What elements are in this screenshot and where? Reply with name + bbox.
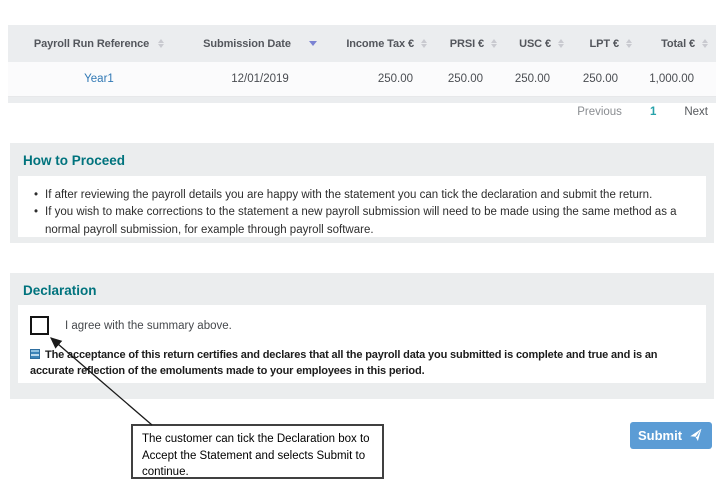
col-header-label: LPT €	[590, 38, 619, 50]
declaration-note-icon	[30, 349, 40, 359]
how-to-proceed-bullet: If you wish to make corrections to the s…	[32, 204, 692, 239]
col-header-lpt[interactable]: LPT €	[572, 25, 640, 62]
declaration-statement-row: The acceptance of this return certifies …	[30, 348, 692, 380]
table-row: Year1 12/01/2019 250.00 250.00 250.00 25…	[8, 62, 716, 97]
col-header-prsi[interactable]: PRSI €	[435, 25, 505, 62]
prsi-cell: 250.00	[435, 62, 505, 96]
payroll-run-link[interactable]: Year1	[84, 73, 114, 85]
how-to-proceed-bullet: If after reviewing the payroll details y…	[32, 187, 692, 204]
declaration-content: I agree with the summary above. The acce…	[18, 305, 706, 383]
sort-icon	[558, 39, 564, 48]
col-header-label: Submission Date	[203, 38, 291, 50]
total-cell: 1,000.00	[640, 62, 716, 96]
col-header-income-tax[interactable]: Income Tax €	[330, 25, 435, 62]
agree-row: I agree with the summary above.	[30, 316, 692, 335]
how-to-proceed-title: How to Proceed	[10, 143, 714, 168]
col-header-label: Income Tax €	[346, 38, 414, 50]
sort-icon	[626, 39, 632, 48]
col-header-payroll-run-reference[interactable]: Payroll Run Reference	[8, 25, 190, 62]
sort-icon	[491, 39, 497, 48]
annotation-text: The customer can tick the Declaration bo…	[142, 433, 370, 478]
income-tax-cell: 250.00	[330, 62, 435, 96]
col-header-label: PRSI €	[450, 38, 484, 50]
sort-icon	[421, 39, 427, 48]
col-header-label: USC €	[519, 38, 551, 50]
how-to-proceed-section: How to Proceed If after reviewing the pa…	[10, 143, 714, 243]
sort-icon	[158, 39, 164, 48]
declaration-checkbox[interactable]	[30, 316, 49, 335]
declaration-section: Declaration I agree with the summary abo…	[10, 273, 714, 399]
table-header-row: Payroll Run Reference Submission Date In…	[8, 25, 716, 62]
payroll-run-reference-cell: Year1	[8, 62, 190, 96]
usc-cell: 250.00	[505, 62, 572, 96]
pagination-page-1[interactable]: 1	[650, 106, 656, 118]
lpt-cell: 250.00	[572, 62, 640, 96]
table-footer-strip	[8, 97, 716, 103]
pagination-next[interactable]: Next	[684, 106, 708, 118]
col-header-usc[interactable]: USC €	[505, 25, 572, 62]
how-to-proceed-content: If after reviewing the payroll details y…	[18, 176, 706, 237]
pagination: Previous 1 Next	[577, 106, 708, 118]
how-to-proceed-list: If after reviewing the payroll details y…	[32, 187, 692, 239]
col-header-label: Payroll Run Reference	[34, 38, 149, 50]
submit-label: Submit	[638, 428, 682, 443]
col-header-submission-date[interactable]: Submission Date	[190, 25, 330, 62]
sort-desc-icon	[309, 41, 317, 46]
declaration-title: Declaration	[10, 273, 714, 298]
col-header-label: Total €	[661, 38, 695, 50]
submit-button[interactable]: Submit	[630, 422, 712, 449]
col-header-total[interactable]: Total €	[640, 25, 716, 62]
declaration-statement: The acceptance of this return certifies …	[30, 349, 657, 377]
submission-date-cell: 12/01/2019	[190, 62, 330, 96]
declaration-checkbox-label: I agree with the summary above.	[65, 320, 232, 332]
payroll-statement-table: Payroll Run Reference Submission Date In…	[8, 25, 716, 103]
paper-plane-icon	[688, 427, 706, 445]
sort-icon	[702, 39, 708, 48]
annotation-callout: The customer can tick the Declaration bo…	[131, 424, 384, 479]
pagination-previous[interactable]: Previous	[577, 106, 622, 118]
